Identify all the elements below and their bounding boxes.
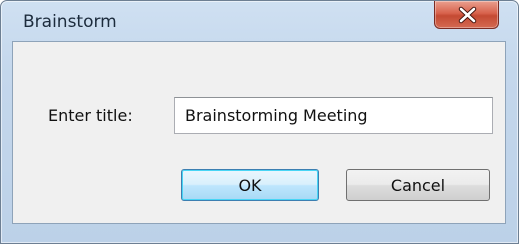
title-bar[interactable]: Brainstorm — [1, 1, 518, 41]
title-input[interactable] — [174, 97, 493, 134]
close-icon — [458, 6, 477, 24]
close-button[interactable] — [434, 1, 499, 29]
window-title: Brainstorm — [23, 12, 117, 32]
ok-button[interactable]: OK — [181, 169, 319, 201]
title-label: Enter title: — [48, 106, 133, 125]
cancel-button[interactable]: Cancel — [346, 169, 490, 201]
dialog-content: Enter title: OK Cancel — [12, 41, 506, 224]
dialog-window: Brainstorm Enter title: OK Cancel — [0, 0, 519, 244]
